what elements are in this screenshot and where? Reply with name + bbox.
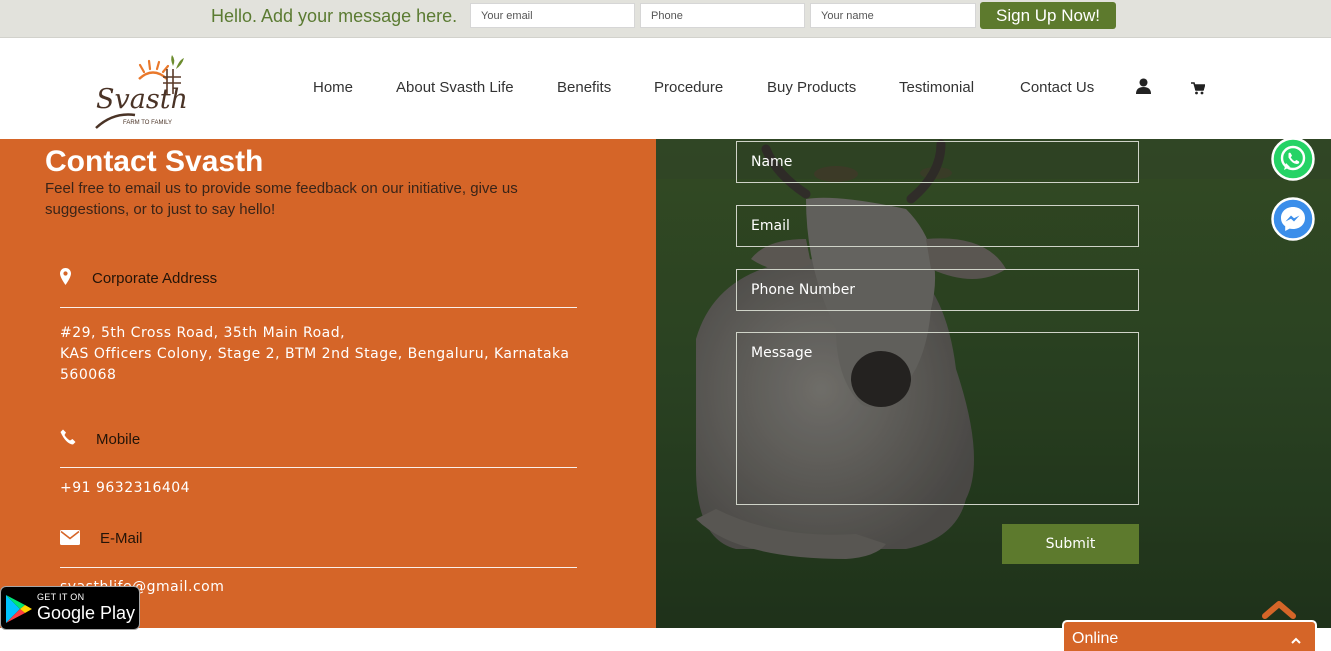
google-play-icon: [6, 595, 32, 623]
svasth-logo[interactable]: Svasth FARM TO FAMILY: [93, 52, 188, 130]
phone-icon: [60, 429, 76, 450]
chevron-up-icon: [1291, 631, 1301, 649]
address-text: #29, 5th Cross Road, 35th Main Road, KAS…: [60, 323, 569, 386]
contact-info-panel: Contact Svasth Feel free to email us to …: [0, 139, 656, 628]
sign-up-button[interactable]: Sign Up Now!: [980, 2, 1116, 29]
address-line-3: 560068: [60, 367, 117, 383]
nav-procedure[interactable]: Procedure: [654, 79, 723, 96]
google-play-badge[interactable]: GET IT ON Google Play: [0, 586, 140, 630]
nav-benefits[interactable]: Benefits: [557, 79, 611, 96]
address-divider: [60, 307, 577, 308]
email-field[interactable]: Email: [736, 205, 1139, 247]
mobile-number[interactable]: +91 9632316404: [60, 478, 190, 499]
cart-icon[interactable]: [1191, 82, 1206, 100]
map-marker-icon: [60, 268, 71, 290]
chat-status-label: Online: [1072, 630, 1119, 647]
address-line-1: #29, 5th Cross Road, 35th Main Road,: [60, 325, 346, 341]
nav-home[interactable]: Home: [313, 79, 353, 96]
submit-button[interactable]: Submit: [1002, 524, 1139, 564]
hidden-heading-fragment: [480, 32, 825, 38]
google-play-small-text: GET IT ON: [37, 592, 85, 602]
envelope-icon: [60, 530, 80, 550]
phone-number-field[interactable]: Phone Number: [736, 269, 1139, 311]
messenger-icon[interactable]: [1271, 197, 1315, 246]
address-line-2: KAS Officers Colony, Stage 2, BTM 2nd St…: [60, 346, 570, 362]
svg-text:Svasth: Svasth: [96, 84, 188, 115]
name-field[interactable]: Name: [736, 141, 1139, 183]
nav-buy-products[interactable]: Buy Products: [767, 79, 856, 96]
logo-tagline: FARM TO FAMILY: [123, 120, 172, 126]
contact-title: Contact Svasth: [45, 145, 264, 178]
site-header: Svasth FARM TO FAMILY Home About Svasth …: [0, 39, 1331, 139]
signup-phone-input[interactable]: [640, 3, 805, 28]
signup-name-input[interactable]: [810, 3, 976, 28]
google-play-big-text: Google Play: [37, 603, 136, 623]
email-divider: [60, 567, 577, 568]
mobile-heading: Mobile: [96, 431, 141, 448]
whatsapp-icon[interactable]: [1271, 137, 1315, 186]
nav-contact-us[interactable]: Contact Us: [1020, 79, 1094, 96]
user-icon[interactable]: [1136, 78, 1151, 99]
message-field[interactable]: Message: [736, 332, 1139, 505]
nav-about[interactable]: About Svasth Life: [396, 79, 514, 96]
live-chat-bar[interactable]: Online: [1062, 620, 1317, 651]
contact-description: Feel free to email us to provide some fe…: [45, 180, 518, 218]
nav-testimonial[interactable]: Testimonial: [899, 79, 974, 96]
address-heading: Corporate Address: [92, 270, 218, 287]
mobile-divider: [60, 467, 577, 468]
email-heading: E-Mail: [100, 530, 143, 547]
signup-email-input[interactable]: [470, 3, 635, 28]
svasth-logo-graphic: Svasth FARM TO FAMILY: [95, 55, 188, 129]
signup-message: Hello. Add your message here.: [211, 6, 458, 26]
